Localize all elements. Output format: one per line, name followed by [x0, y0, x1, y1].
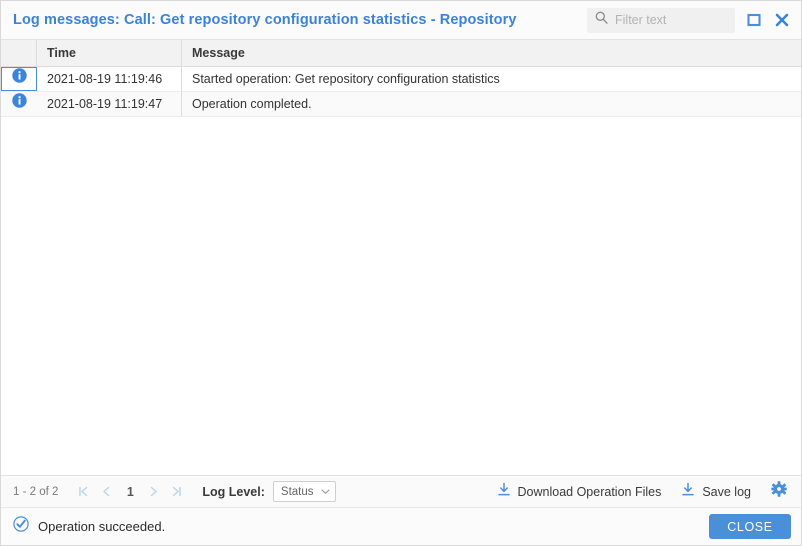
log-level-value: Status: [281, 486, 314, 498]
filter-text-box[interactable]: [587, 8, 735, 33]
dialog-title: Log messages: Call: Get repository confi…: [13, 12, 517, 28]
row-severity-cell[interactable]: [1, 92, 37, 116]
status-message: Operation succeeded.: [38, 519, 165, 534]
log-messages-dialog: Log messages: Call: Get repository confi…: [0, 0, 802, 546]
row-severity-cell[interactable]: [1, 67, 37, 91]
log-level-select[interactable]: Status: [273, 481, 336, 502]
table-toolbar: 1 - 2 of 2 1 Log Level: Statu: [1, 475, 801, 507]
download-icon: [681, 482, 695, 502]
info-icon: [12, 67, 27, 91]
maximize-icon[interactable]: [745, 11, 763, 29]
table-body: 2021-08-19 11:19:46 Started operation: G…: [1, 67, 801, 475]
column-header-message[interactable]: Message: [182, 40, 801, 66]
search-input[interactable]: [615, 13, 727, 27]
info-icon: [12, 92, 27, 116]
row-message-cell: Started operation: Get repository config…: [182, 67, 801, 91]
download-operation-files-label: Download Operation Files: [518, 485, 662, 499]
close-button[interactable]: CLOSE: [709, 514, 791, 539]
download-operation-files-button[interactable]: Download Operation Files: [487, 480, 672, 504]
column-header-severity[interactable]: [1, 40, 37, 66]
chevron-down-icon: [321, 483, 330, 501]
search-icon: [595, 11, 608, 29]
column-header-time[interactable]: Time: [37, 40, 182, 66]
page-number-1[interactable]: 1: [118, 485, 142, 499]
log-level-label: Log Level:: [202, 485, 265, 499]
gear-icon: [771, 481, 787, 502]
success-check-icon: [13, 516, 29, 537]
titlebar-controls: [587, 8, 791, 33]
log-table: Time Message 2021-08-19 11:19:46 Started…: [1, 40, 801, 475]
previous-page-icon[interactable]: [95, 481, 118, 503]
dialog-titlebar: Log messages: Call: Get repository confi…: [1, 1, 801, 40]
toolbar-actions: Download Operation Files Save log: [487, 480, 791, 504]
row-time-cell: 2021-08-19 11:19:46: [37, 67, 182, 91]
row-time-cell: 2021-08-19 11:19:47: [37, 92, 182, 116]
save-log-button[interactable]: Save log: [671, 480, 761, 504]
download-icon: [497, 482, 511, 502]
settings-button[interactable]: [761, 480, 791, 504]
pagination-range: 1 - 2 of 2: [13, 486, 58, 498]
last-page-icon[interactable]: [165, 481, 188, 503]
table-header-row: Time Message: [1, 40, 801, 67]
dialog-statusbar: Operation succeeded. CLOSE: [1, 507, 801, 545]
table-row[interactable]: 2021-08-19 11:19:47 Operation completed.: [1, 92, 801, 117]
next-page-icon[interactable]: [142, 481, 165, 503]
table-row[interactable]: 2021-08-19 11:19:46 Started operation: G…: [1, 67, 801, 92]
save-log-label: Save log: [702, 485, 751, 499]
first-page-icon[interactable]: [72, 481, 95, 503]
row-message-cell: Operation completed.: [182, 92, 801, 116]
close-icon[interactable]: [773, 11, 791, 29]
